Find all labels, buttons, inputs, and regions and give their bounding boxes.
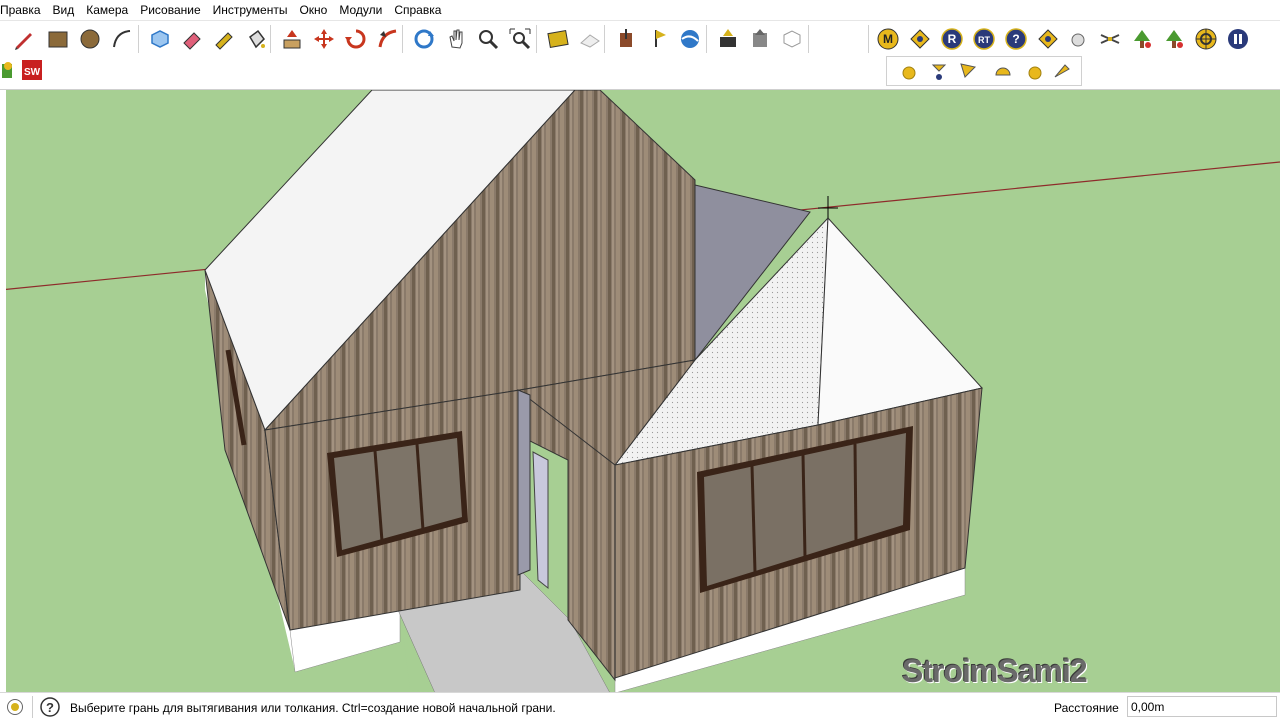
plugin-tag-icon[interactable] [906,25,934,53]
watermark: StroimSami2 [902,653,1088,689]
orbit-icon[interactable] [410,25,438,53]
plugin-sw-icon[interactable]: SW [18,56,46,84]
warehouse-icon[interactable] [714,25,742,53]
plugin-rt-icon[interactable]: RT [970,25,998,53]
porch-post [517,389,531,576]
push-pull-icon[interactable] [278,25,306,53]
move-icon[interactable] [310,25,338,53]
zoom-extents-icon[interactable] [506,25,534,53]
add-location-icon[interactable] [544,25,572,53]
distance-label: Расстояние [1054,701,1119,715]
svg-text:?: ? [1012,32,1019,46]
pause-icon[interactable] [1224,25,1252,53]
menu-item-1[interactable]: Вид [47,3,81,17]
menu-item-0[interactable]: Правка [0,3,47,17]
instructor-help-icon[interactable]: ? [40,697,60,717]
circle-icon[interactable] [76,25,104,53]
model-canvas[interactable] [0,90,1280,693]
plugin-m-icon[interactable]: M [874,25,902,53]
status-bar: ? Выберите грань для вытягивания или тол… [0,692,1280,721]
pencil-icon[interactable] [10,25,38,53]
sphere-icon[interactable] [897,57,921,85]
dome-icon[interactable] [991,57,1015,85]
svg-text:M: M [883,32,893,46]
paint-bucket-icon[interactable] [242,25,270,53]
plugin-label-icon[interactable] [1034,25,1062,53]
spot-icon[interactable] [955,57,979,85]
light-icon[interactable] [927,57,951,85]
menu-item-5[interactable]: Окно [293,3,333,17]
eraser-icon[interactable] [178,25,206,53]
lighting-toolbar [886,56,1082,86]
get-models-icon[interactable] [612,25,640,53]
3d-viewport[interactable]: StroimSami2 [0,89,1280,693]
make-component-icon[interactable] [146,25,174,53]
plugin-cross-icon[interactable] [1096,25,1124,53]
arc-icon[interactable] [108,25,136,53]
rotate-icon[interactable] [342,25,370,53]
menu-bar: Правка Вид Камера Рисование Инструменты Окно М… [0,0,1280,19]
pan-icon[interactable] [442,25,470,53]
menu-item-4[interactable]: Инструменты [207,3,294,17]
plugin-target-icon[interactable] [1192,25,1220,53]
toggle-terrain-icon[interactable] [576,25,604,53]
menu-item-3[interactable]: Рисование [134,3,206,17]
svg-text:SW: SW [24,67,41,78]
extension-warehouse-icon[interactable] [778,25,806,53]
rectangle-icon[interactable] [44,25,72,53]
window-right-mullion-2 [801,454,807,558]
zoom-icon[interactable] [474,25,502,53]
plugin-sphere-icon[interactable] [1064,25,1092,53]
follow-me-icon[interactable] [374,25,402,53]
distance-input[interactable]: 0,00m [1127,696,1277,717]
status-message: Выберите грань для вытягивания или толка… [70,701,556,715]
geo-location-icon[interactable] [6,698,24,716]
svg-text:RT: RT [978,35,990,45]
svg-text:R: R [948,32,957,46]
svg-text:?: ? [46,700,54,715]
main-toolbar: M R RT? [0,20,1280,57]
help-icon[interactable]: ? [1002,25,1030,53]
tape-measure-icon[interactable] [210,25,238,53]
left-axis-strip [0,90,6,693]
secondary-toolbar: SW [0,56,1280,88]
plugin-tree-icon[interactable] [1128,25,1156,53]
share-component-icon[interactable] [746,25,774,53]
plugin-r-icon[interactable]: R [938,25,966,53]
menu-item-6[interactable]: Модули [333,3,388,17]
menu-item-2[interactable]: Камера [80,3,134,17]
plugin-plant-icon[interactable] [1160,25,1188,53]
share-model-icon[interactable] [644,25,672,53]
sphere2-icon[interactable] [1023,57,1047,85]
menu-item-7[interactable]: Справка [388,3,447,17]
window-right-mullion-3 [853,443,858,542]
beam-icon[interactable] [1049,57,1073,85]
google-earth-icon[interactable] [676,25,704,53]
